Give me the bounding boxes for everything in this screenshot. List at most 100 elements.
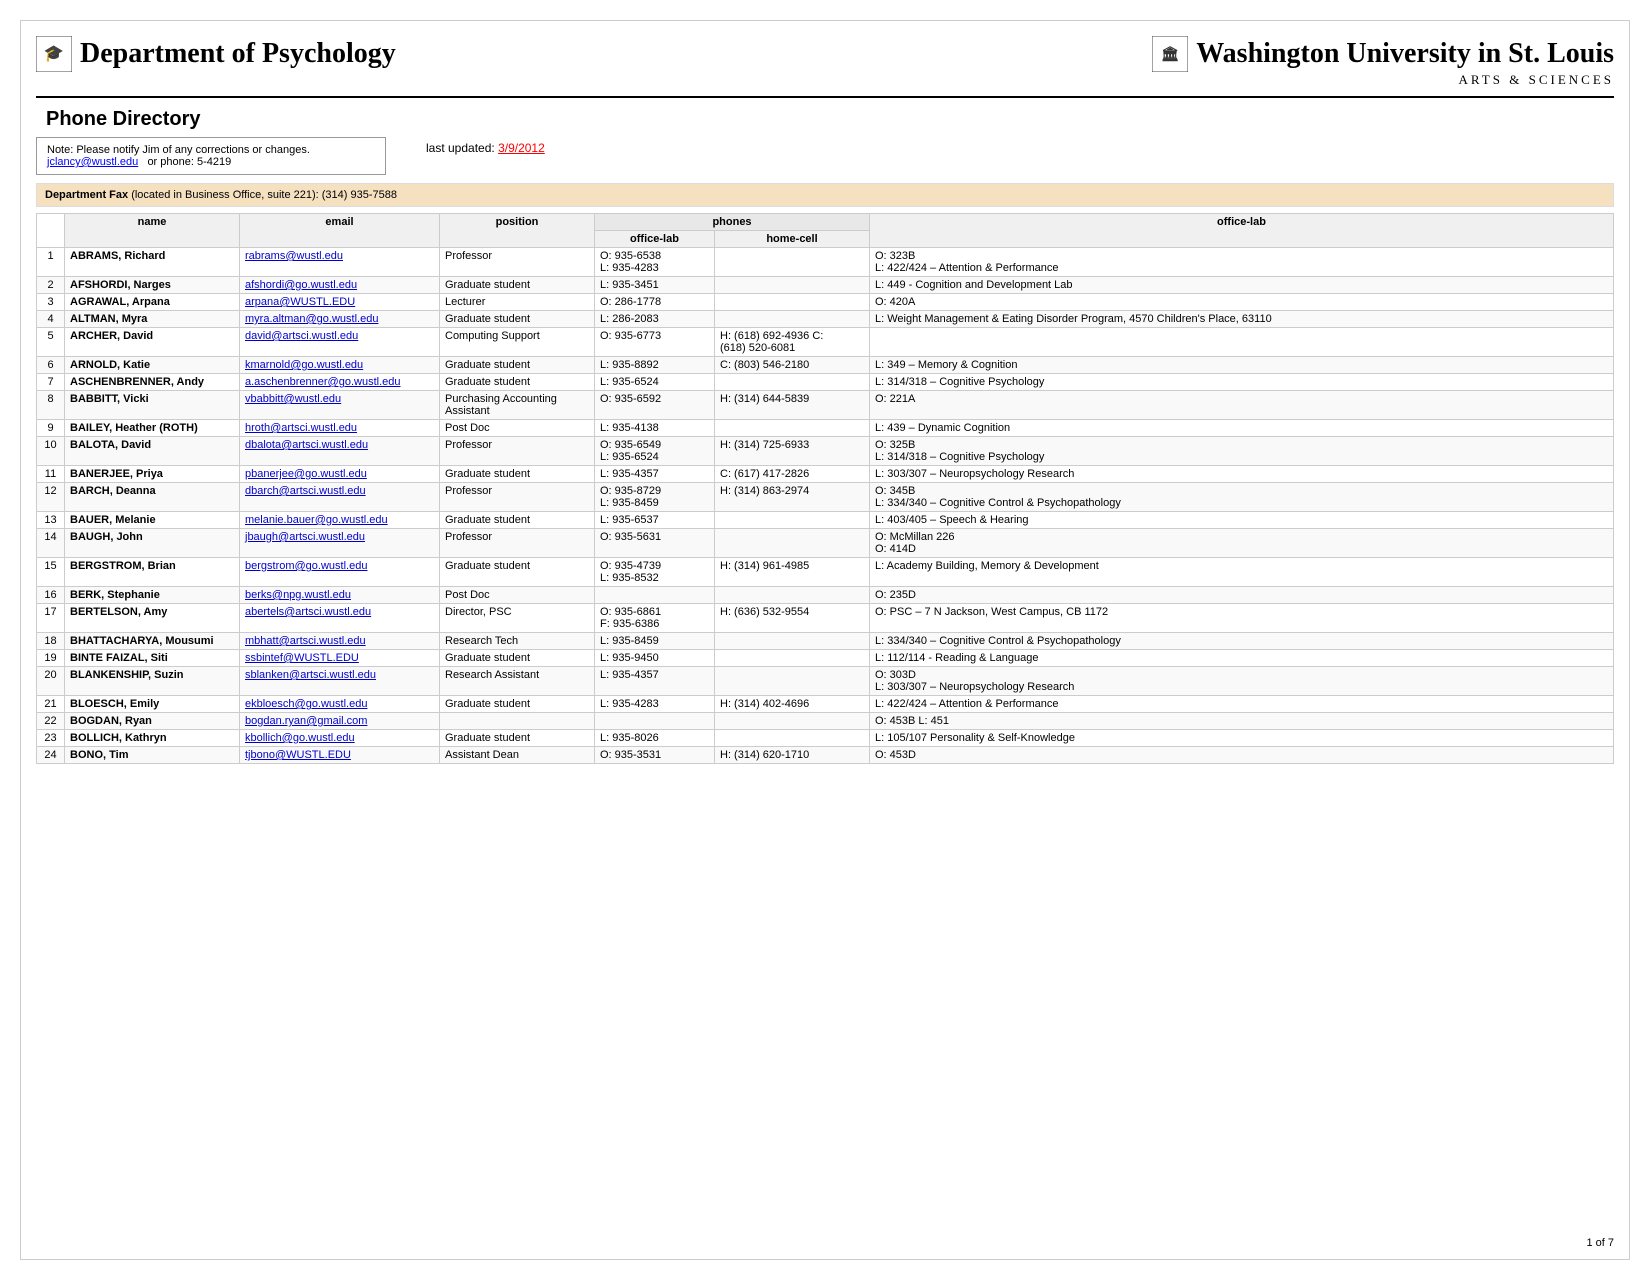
- row-email[interactable]: jbaugh@artsci.wustl.edu: [240, 529, 440, 558]
- row-email[interactable]: a.aschenbrenner@go.wustl.edu: [240, 374, 440, 391]
- row-email[interactable]: vbabbitt@wustl.edu: [240, 391, 440, 420]
- row-name: BONO, Tim: [65, 747, 240, 764]
- row-email[interactable]: dbarch@artsci.wustl.edu: [240, 483, 440, 512]
- table-row: 23BOLLICH, Kathrynkbollich@go.wustl.eduG…: [37, 730, 1614, 747]
- row-home-cell: H: (314) 402-4696: [715, 696, 870, 713]
- row-name: ARNOLD, Katie: [65, 357, 240, 374]
- row-name: BAILEY, Heather (ROTH): [65, 420, 240, 437]
- last-updated-date[interactable]: 3/9/2012: [498, 141, 545, 155]
- phone-directory-title: Phone Directory: [46, 108, 1614, 131]
- row-email[interactable]: ssbintef@WUSTL.EDU: [240, 650, 440, 667]
- row-name: BABBITT, Vicki: [65, 391, 240, 420]
- row-email[interactable]: myra.altman@go.wustl.edu: [240, 311, 440, 328]
- row-office-lab-phone: L: 935-6537: [595, 512, 715, 529]
- page-number: 1 of 7: [1586, 1237, 1614, 1249]
- dept-logo: 🎓 Department of Psychology: [36, 36, 396, 72]
- row-email[interactable]: bogdan.ryan@gmail.com: [240, 713, 440, 730]
- row-email[interactable]: kmarnold@go.wustl.edu: [240, 357, 440, 374]
- univ-logo-icon: 🏛: [1152, 36, 1188, 72]
- row-position: [440, 713, 595, 730]
- row-home-cell: [715, 713, 870, 730]
- row-home-cell: [715, 374, 870, 391]
- row-home-cell: H: (314) 620-1710: [715, 747, 870, 764]
- table-row: 9BAILEY, Heather (ROTH)hroth@artsci.wust…: [37, 420, 1614, 437]
- table-row: 7ASCHENBRENNER, Andya.aschenbrenner@go.w…: [37, 374, 1614, 391]
- col-header-home-cell: home-cell: [715, 231, 870, 248]
- row-position: Graduate student: [440, 357, 595, 374]
- row-home-cell: [715, 248, 870, 277]
- row-email[interactable]: afshordi@go.wustl.edu: [240, 277, 440, 294]
- row-email[interactable]: rabrams@wustl.edu: [240, 248, 440, 277]
- row-location: L: 449 - Cognition and Development Lab: [870, 277, 1614, 294]
- svg-text:🏛: 🏛: [1161, 46, 1179, 63]
- row-home-cell: [715, 650, 870, 667]
- row-office-lab-phone: O: 935-6861 F: 935-6386: [595, 604, 715, 633]
- notice-box: Note: Please notify Jim of any correctio…: [36, 137, 386, 175]
- row-email[interactable]: bergstrom@go.wustl.edu: [240, 558, 440, 587]
- row-office-lab-phone: L: 935-8892: [595, 357, 715, 374]
- table-row: 8BABBITT, Vickivbabbitt@wustl.eduPurchas…: [37, 391, 1614, 420]
- dept-title: Department of Psychology: [80, 38, 396, 70]
- row-office-lab-phone: [595, 587, 715, 604]
- row-home-cell: H: (618) 692-4936 C: (618) 520-6081: [715, 328, 870, 357]
- row-home-cell: H: (314) 725-6933: [715, 437, 870, 466]
- row-office-lab-phone: L: 935-4283: [595, 696, 715, 713]
- row-home-cell: [715, 311, 870, 328]
- row-email[interactable]: mbhatt@artsci.wustl.edu: [240, 633, 440, 650]
- notice-email[interactable]: jclancy@wustl.edu: [47, 156, 138, 168]
- row-num: 22: [37, 713, 65, 730]
- row-name: BANERJEE, Priya: [65, 466, 240, 483]
- col-header-name: name: [65, 214, 240, 248]
- row-name: BAUGH, John: [65, 529, 240, 558]
- table-row: 11BANERJEE, Priyapbanerjee@go.wustl.eduG…: [37, 466, 1614, 483]
- row-office-lab-phone: L: 935-8459: [595, 633, 715, 650]
- row-email[interactable]: tjbono@WUSTL.EDU: [240, 747, 440, 764]
- row-position: Director, PSC: [440, 604, 595, 633]
- row-position: Professor: [440, 437, 595, 466]
- row-num: 24: [37, 747, 65, 764]
- univ-sub: ARTS & SCIENCES: [1459, 72, 1614, 88]
- last-updated-label: last updated:: [426, 141, 495, 155]
- row-position: Graduate student: [440, 374, 595, 391]
- row-email[interactable]: pbanerjee@go.wustl.edu: [240, 466, 440, 483]
- row-location: O: 323B L: 422/424 – Attention & Perform…: [870, 248, 1614, 277]
- row-name: BERK, Stephanie: [65, 587, 240, 604]
- fax-label: Department Fax: [45, 189, 128, 201]
- notice-contact: jclancy@wustl.edu or phone: 5-4219: [47, 156, 375, 168]
- row-email[interactable]: david@artsci.wustl.edu: [240, 328, 440, 357]
- row-email[interactable]: kbollich@go.wustl.edu: [240, 730, 440, 747]
- col-header-office-lab: office-lab: [595, 231, 715, 248]
- row-position: Research Tech: [440, 633, 595, 650]
- row-location: L: 403/405 – Speech & Hearing: [870, 512, 1614, 529]
- row-location: L: Weight Management & Eating Disorder P…: [870, 311, 1614, 328]
- table-row: 12BARCH, Deannadbarch@artsci.wustl.eduPr…: [37, 483, 1614, 512]
- row-email[interactable]: dbalota@artsci.wustl.edu: [240, 437, 440, 466]
- row-email[interactable]: ekbloesch@go.wustl.edu: [240, 696, 440, 713]
- table-row: 22BOGDAN, Ryanbogdan.ryan@gmail.comO: 45…: [37, 713, 1614, 730]
- row-position: Graduate student: [440, 512, 595, 529]
- row-email[interactable]: arpana@WUSTL.EDU: [240, 294, 440, 311]
- fax-row: Department Fax (located in Business Offi…: [36, 183, 1614, 207]
- table-row: 3AGRAWAL, Arpanaarpana@WUSTL.EDULecturer…: [37, 294, 1614, 311]
- row-email[interactable]: hroth@artsci.wustl.edu: [240, 420, 440, 437]
- row-email[interactable]: abertels@artsci.wustl.edu: [240, 604, 440, 633]
- row-office-lab-phone: O: 935-4739 L: 935-8532: [595, 558, 715, 587]
- row-office-lab-phone: O: 935-6538 L: 935-4283: [595, 248, 715, 277]
- row-office-lab-phone: O: 935-8729 L: 935-8459: [595, 483, 715, 512]
- row-home-cell: [715, 529, 870, 558]
- row-num: 6: [37, 357, 65, 374]
- row-home-cell: H: (314) 961-4985: [715, 558, 870, 587]
- row-email[interactable]: sblanken@artsci.wustl.edu: [240, 667, 440, 696]
- table-row: 13BAUER, Melaniemelanie.bauer@go.wustl.e…: [37, 512, 1614, 529]
- univ-name: 🏛 Washington University in St. Louis: [1152, 36, 1614, 72]
- row-name: BLOESCH, Emily: [65, 696, 240, 713]
- svg-text:🎓: 🎓: [44, 45, 64, 63]
- row-position: Post Doc: [440, 420, 595, 437]
- row-email[interactable]: melanie.bauer@go.wustl.edu: [240, 512, 440, 529]
- table-row: 17BERTELSON, Amyabertels@artsci.wustl.ed…: [37, 604, 1614, 633]
- row-name: BOGDAN, Ryan: [65, 713, 240, 730]
- table-row: 2AFSHORDI, Nargesafshordi@go.wustl.eduGr…: [37, 277, 1614, 294]
- row-num: 23: [37, 730, 65, 747]
- row-email[interactable]: berks@npg.wustl.edu: [240, 587, 440, 604]
- row-name: BINTE FAIZAL, Siti: [65, 650, 240, 667]
